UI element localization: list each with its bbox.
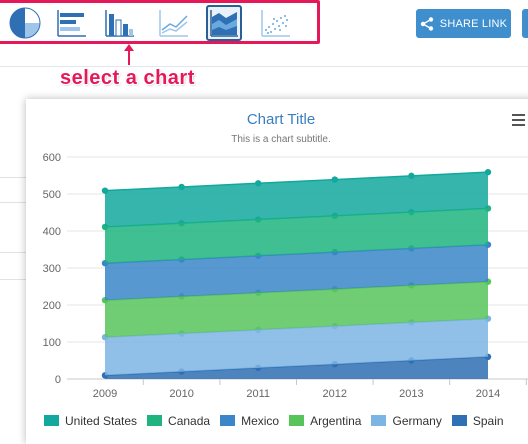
legend-item[interactable]: Argentina xyxy=(289,414,361,428)
y-tick-label: 100 xyxy=(43,337,61,349)
legend-label: Canada xyxy=(168,413,211,428)
y-tick-label: 600 xyxy=(43,152,61,164)
scatter-chart-icon xyxy=(261,10,290,37)
chart-legend: United States Canada Mexico Argentina German… xyxy=(44,413,528,433)
legend-swatch xyxy=(289,415,305,426)
legend-label: Mexico xyxy=(241,413,280,428)
pie-chart-icon xyxy=(9,7,41,39)
legend-swatch xyxy=(44,415,59,426)
line-chart-icon xyxy=(159,10,188,37)
legend-label: Spain xyxy=(472,413,504,428)
background-divider xyxy=(0,279,26,280)
y-tick-label: 300 xyxy=(43,263,61,275)
scatter-chart-button[interactable] xyxy=(258,5,294,41)
data-point xyxy=(178,183,185,191)
legend-item[interactable]: Mexico xyxy=(220,414,279,428)
legend-swatch xyxy=(371,415,387,426)
legend-item[interactable]: Germany xyxy=(371,413,442,428)
bar-chart-icon xyxy=(57,10,86,37)
overflow-button[interactable] xyxy=(522,9,528,38)
column-chart-icon xyxy=(105,10,134,37)
share-link-label: SHARE LINK xyxy=(439,17,508,30)
legend-item[interactable]: Spain xyxy=(451,413,504,428)
pie-chart-button[interactable] xyxy=(7,5,43,41)
y-tick-label: 400 xyxy=(43,226,61,238)
data-point xyxy=(408,172,415,180)
legend-swatch xyxy=(220,415,236,426)
chart-plot: 0 100 200 300 400 500 600 2009 2010 2011 2012 2013 2… xyxy=(43,152,528,400)
y-tick-label: 500 xyxy=(43,189,61,201)
data-point xyxy=(331,176,338,183)
legend-label: Argentina xyxy=(310,413,362,428)
legend-label: Germany xyxy=(392,413,442,428)
background-divider xyxy=(0,177,26,178)
chart-subtitle[interactable]: This is a chart subtitle. xyxy=(26,134,528,145)
area-chart-button[interactable] xyxy=(206,5,242,41)
annotation-text: select a chart xyxy=(60,67,195,89)
legend-label: United States xyxy=(65,413,138,428)
background-divider xyxy=(0,202,26,203)
chart-title[interactable]: Chart Title xyxy=(26,111,528,128)
data-point xyxy=(255,180,262,187)
data-point xyxy=(484,168,492,176)
x-tick-label: 2010 xyxy=(169,388,193,400)
share-icon xyxy=(420,16,433,31)
y-tick-label: 0 xyxy=(55,374,61,386)
share-link-button[interactable]: SHARE LINK xyxy=(416,9,511,38)
line-chart-button[interactable] xyxy=(156,5,192,41)
x-tick-label: 2011 xyxy=(246,388,270,400)
x-tick-label: 2014 xyxy=(476,388,500,400)
background-divider xyxy=(0,252,26,253)
y-tick-label: 200 xyxy=(43,300,61,312)
legend-swatch xyxy=(451,415,467,426)
chart-menu-icon[interactable] xyxy=(512,114,525,126)
annotation-arrow-head xyxy=(124,44,134,51)
bar-chart-button[interactable] xyxy=(54,5,90,41)
x-tick-label: 2009 xyxy=(93,388,117,400)
area-chart-icon xyxy=(210,10,238,37)
legend-item[interactable]: Canada xyxy=(147,414,210,428)
x-tick-label: 2012 xyxy=(323,388,347,400)
x-tick-label: 2013 xyxy=(399,388,423,400)
top-toolbar: SHARE LINK xyxy=(0,0,528,68)
data-point xyxy=(101,187,109,194)
chart-preview: 0 100 200 300 400 500 600 2009 2010 2011 2012 2013 2… xyxy=(26,99,528,444)
legend-swatch xyxy=(147,415,163,426)
legend-item[interactable]: United States xyxy=(44,414,137,428)
column-chart-button[interactable] xyxy=(102,5,138,41)
